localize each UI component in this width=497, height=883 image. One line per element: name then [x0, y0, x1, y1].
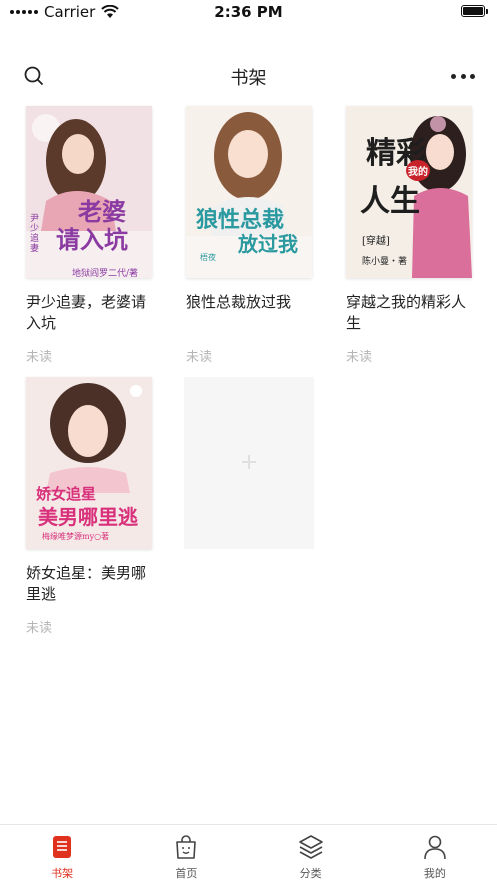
- book-item[interactable]: 娇女追星 美男哪里逃 梅缘唯梦源my○著 娇女追星：美男哪里逃 未读: [26, 377, 156, 636]
- battery-icon: [461, 5, 488, 17]
- cover-author: 梅缘唯梦源my○著: [42, 532, 110, 541]
- read-status: 未读: [26, 621, 53, 636]
- book-title[interactable]: 尹少追妻，老婆请入坑: [26, 292, 156, 334]
- tab-label: 首页: [175, 867, 198, 880]
- book-cover[interactable]: 精彩 人生 我的 [穿越] 陈小曼・著: [346, 106, 472, 278]
- cover-main-line2: 放过我: [238, 232, 298, 256]
- tab-label: 我的: [423, 867, 446, 880]
- cover-main-line2: 美男哪里逃: [38, 505, 138, 529]
- read-status: 未读: [186, 350, 213, 365]
- status-bar: Carrier 2:36 PM: [0, 0, 497, 24]
- book-item[interactable]: 精彩 人生 我的 [穿越] 陈小曼・著 穿越之我的精彩人生 未读: [346, 106, 476, 365]
- more-dots-icon[interactable]: [451, 64, 475, 88]
- status-time: 2:36 PM: [214, 3, 283, 21]
- bookshelf-icon: [53, 836, 72, 858]
- book-cover[interactable]: 狼性总裁 放过我 梧夜: [186, 106, 312, 278]
- plus-icon: [242, 455, 256, 469]
- cover-badge: 我的: [406, 160, 430, 181]
- tab-home[interactable]: 首页: [124, 825, 248, 883]
- book-item[interactable]: 狼性总裁 放过我 梧夜 狼性总裁放过我 未读: [186, 106, 316, 365]
- tab-label: 书架: [51, 867, 74, 880]
- nav-bar: 书架: [0, 56, 497, 96]
- layers-icon: [298, 835, 323, 859]
- tab-bookshelf[interactable]: 书架: [0, 825, 124, 883]
- cover-author: 地狱阎罗二代/著: [72, 269, 139, 278]
- page-title: 书架: [230, 68, 267, 89]
- book-cover[interactable]: 老婆 请入坑 尹少追妻 地狱阎罗二代/著: [26, 106, 152, 278]
- cover-series: [穿越]: [362, 236, 390, 247]
- book-title[interactable]: 娇女追星：美男哪里逃: [26, 563, 156, 605]
- cover-publisher: 梧夜: [200, 253, 216, 262]
- cover-main-line2: 人生: [360, 184, 420, 219]
- cover-series: 尹少追妻: [30, 214, 40, 254]
- add-book-card[interactable]: [184, 377, 314, 549]
- tab-bar: 书架 首页 分类 我的: [0, 824, 497, 883]
- tab-label: 分类: [299, 867, 322, 880]
- read-status: 未读: [26, 350, 53, 365]
- book-item[interactable]: 老婆 请入坑 尹少追妻 地狱阎罗二代/著 尹少追妻，老婆请入坑 未读: [26, 106, 156, 365]
- shopping-bag-icon: [176, 835, 197, 859]
- book-cover[interactable]: 娇女追星 美男哪里逃 梅缘唯梦源my○著: [26, 377, 152, 549]
- cover-main-line2: 请入坑: [56, 225, 128, 254]
- cover-author: 陈小曼・著: [362, 257, 408, 267]
- book-title[interactable]: 狼性总裁放过我: [186, 292, 316, 334]
- book-title[interactable]: 穿越之我的精彩人生: [346, 292, 476, 334]
- tab-mine[interactable]: 我的: [373, 825, 497, 883]
- tab-category[interactable]: 分类: [249, 825, 373, 883]
- read-status: 未读: [346, 350, 373, 365]
- person-icon: [424, 835, 446, 860]
